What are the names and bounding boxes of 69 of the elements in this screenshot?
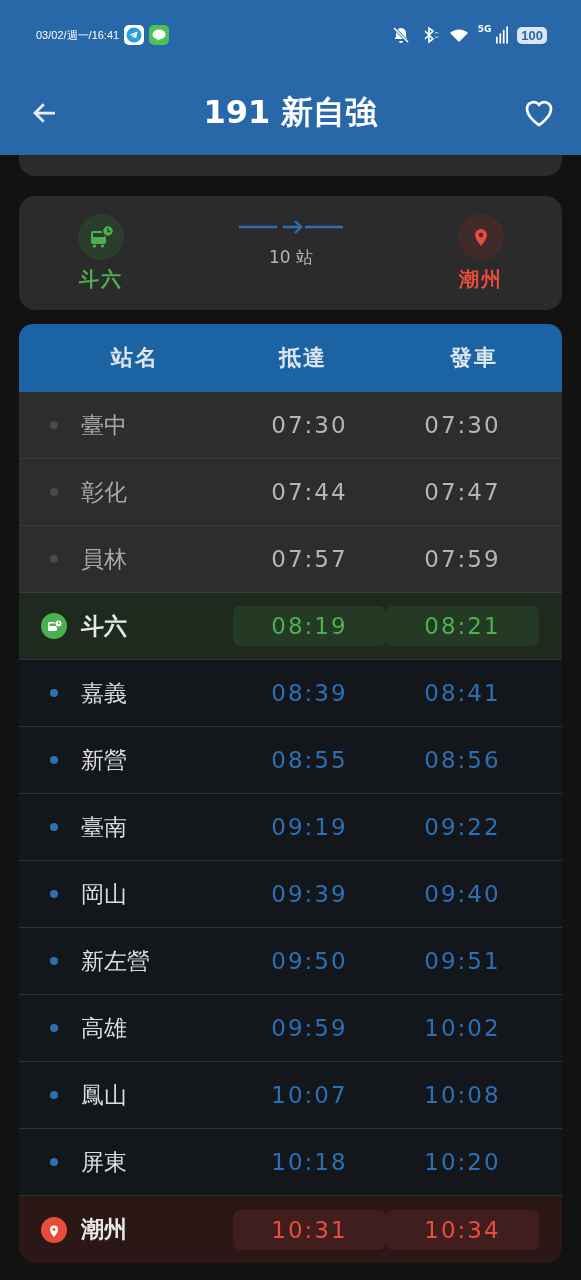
stop-dot-icon: [50, 1158, 58, 1166]
column-header: 站名: [109, 344, 160, 372]
arrow-icon: [239, 219, 343, 234]
arrival-time: 08:19: [233, 606, 386, 646]
stop-dot-icon: [50, 689, 58, 697]
departure-time: 09:40: [423, 880, 502, 909]
arrival-time: 10:07: [270, 1081, 349, 1110]
stop-dot-icon: [50, 1091, 58, 1099]
departure-time: 07:30: [423, 411, 502, 440]
arrival-time: 10:31: [233, 1209, 386, 1250]
arrival-time: 10:18: [270, 1148, 349, 1177]
departure-time: 08:21: [386, 606, 539, 646]
location-pin-icon: [41, 1216, 67, 1243]
station-name: 斗六: [81, 611, 127, 641]
signal-icon: [496, 26, 509, 44]
station-name: 臺南: [81, 812, 127, 842]
stop-dot-icon: [50, 421, 58, 429]
departure-time: 07:47: [423, 478, 502, 507]
telegram-icon: [124, 25, 145, 45]
destination-station: 潮州: [459, 265, 503, 293]
network-type: 5G: [477, 24, 492, 34]
window-title: 191 新自強: [203, 91, 378, 133]
station-name: 鳳山: [81, 1080, 127, 1110]
stop-dot-icon: [50, 890, 58, 898]
column-header: 發車: [448, 344, 499, 372]
arrival-time: 09:19: [270, 813, 349, 842]
station-name: 高雄: [81, 1013, 127, 1043]
departure-time: 10:08: [423, 1081, 502, 1110]
location-pin-icon: [458, 213, 504, 260]
departure-time: 09:22: [423, 813, 502, 842]
departure-time: 10:20: [423, 1148, 502, 1177]
stop-dot-icon: [50, 957, 58, 965]
stop-dot-icon: [50, 555, 58, 563]
stop-dot-icon: [50, 1024, 58, 1032]
station-name: 新左營: [81, 946, 150, 976]
status-time: 03/02/週一/16:41: [36, 27, 120, 43]
station-name: 員林: [81, 544, 127, 574]
origin-station: 斗六: [79, 265, 123, 293]
arrival-time: 07:30: [270, 411, 349, 440]
arrival-time: 09:59: [270, 1014, 349, 1043]
station-name: 潮州: [81, 1215, 127, 1244]
battery-level: 100: [517, 26, 547, 44]
arrival-time: 07:57: [270, 545, 349, 574]
stop-dot-icon: [50, 823, 58, 831]
stop-dot-icon: [50, 756, 58, 764]
chat-icon: [149, 25, 170, 45]
station-name: 彰化: [81, 477, 127, 507]
departure-time: 10:02: [423, 1014, 502, 1043]
station-name: 屏東: [81, 1147, 127, 1177]
bell-off-icon: [390, 25, 411, 45]
departure-time: 08:56: [423, 746, 502, 775]
departure-time: 09:51: [423, 947, 502, 976]
arrival-time: 09:39: [270, 880, 349, 909]
departure-time: 07:59: [423, 545, 502, 574]
stop-count: 10 站: [268, 245, 313, 269]
stop-dot-icon: [50, 488, 58, 496]
station-name: 嘉義: [81, 678, 127, 708]
arrival-time: 09:50: [270, 947, 349, 976]
station-name: 臺中: [81, 410, 127, 440]
station-name: 新營: [81, 745, 127, 775]
bus-clock-icon: [78, 213, 124, 260]
column-header: 抵達: [277, 344, 329, 372]
arrival-time: 08:39: [270, 679, 349, 708]
departure-time: 08:41: [423, 679, 502, 708]
arrival-time: 08:55: [270, 746, 349, 775]
bus-clock-icon: [41, 613, 67, 639]
arrival-time: 07:44: [270, 478, 349, 507]
station-name: 岡山: [81, 879, 127, 909]
departure-time: 10:34: [386, 1209, 539, 1250]
